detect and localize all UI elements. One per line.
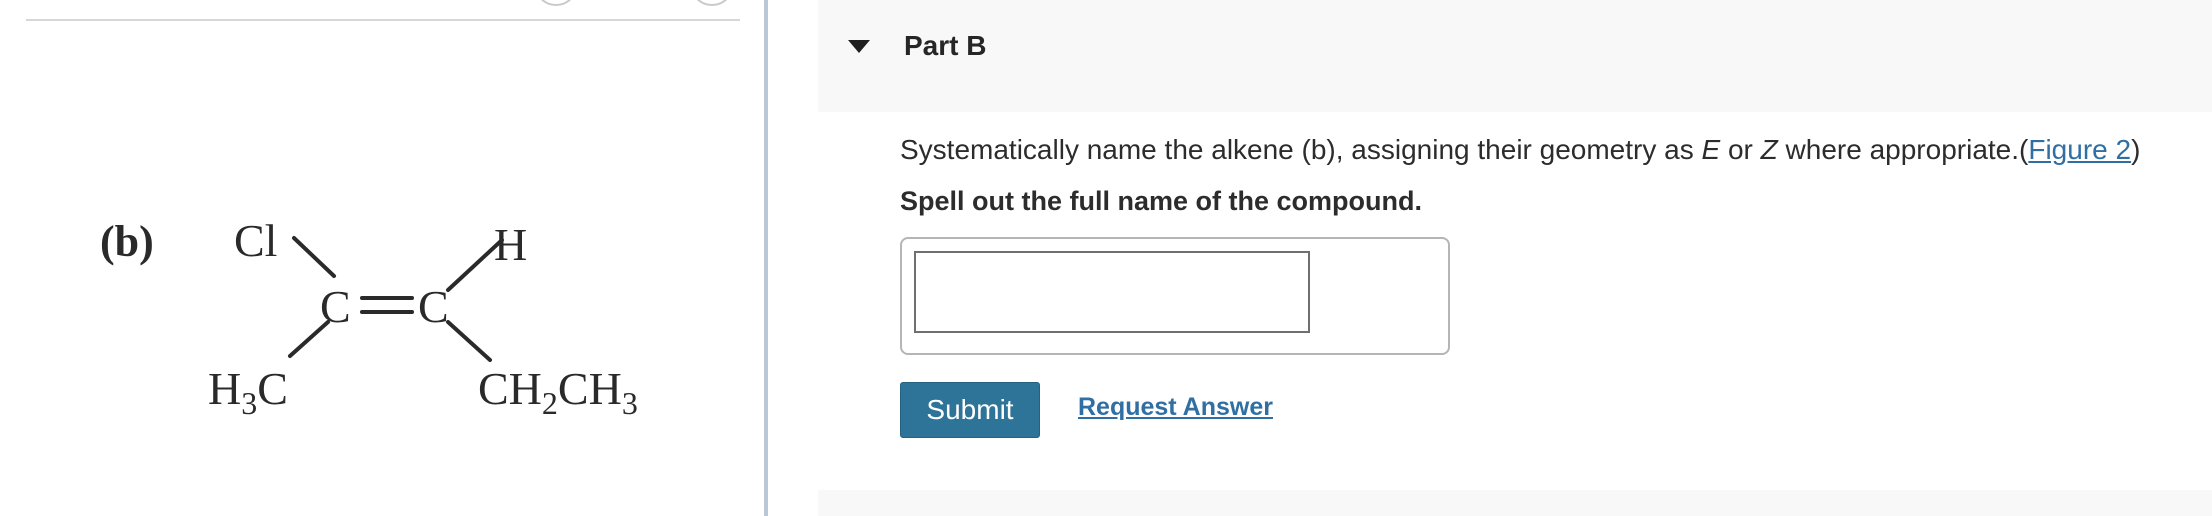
figure-panel: (b) Cl H C C H3C CH2CH3	[0, 0, 768, 516]
alkene-structure: (b) Cl H C C H3C CH2CH3	[100, 215, 638, 421]
submit-button[interactable]: Submit	[900, 382, 1040, 438]
page: (b) Cl H C C H3C CH2CH3 Part B Systemati…	[0, 0, 2212, 516]
answer-input[interactable]	[914, 251, 1310, 333]
figure-label: (b)	[100, 217, 154, 266]
atom-chlorine: Cl	[234, 215, 277, 266]
part-header	[818, 0, 2212, 112]
collapse-caret-icon[interactable]	[848, 40, 870, 53]
figure-2-link[interactable]: Figure 2	[2028, 134, 2131, 165]
atom-ethyl: CH2CH3	[478, 363, 638, 421]
bond-c-ch3	[288, 320, 330, 358]
bond-c-ethyl	[446, 320, 492, 362]
request-answer-link[interactable]: Request Answer	[1078, 393, 1273, 422]
atom-carbon-right: C	[418, 281, 449, 332]
next-part-band	[818, 490, 2212, 516]
question-text: Systematically name the alkene (b), assi…	[900, 134, 2141, 165]
instruction-text: Spell out the full name of the compound.	[900, 186, 1422, 216]
atom-methyl: H3C	[208, 363, 288, 421]
bond-cl-c	[292, 236, 336, 278]
part-title: Part B	[904, 30, 987, 61]
panel-divider	[764, 0, 768, 516]
